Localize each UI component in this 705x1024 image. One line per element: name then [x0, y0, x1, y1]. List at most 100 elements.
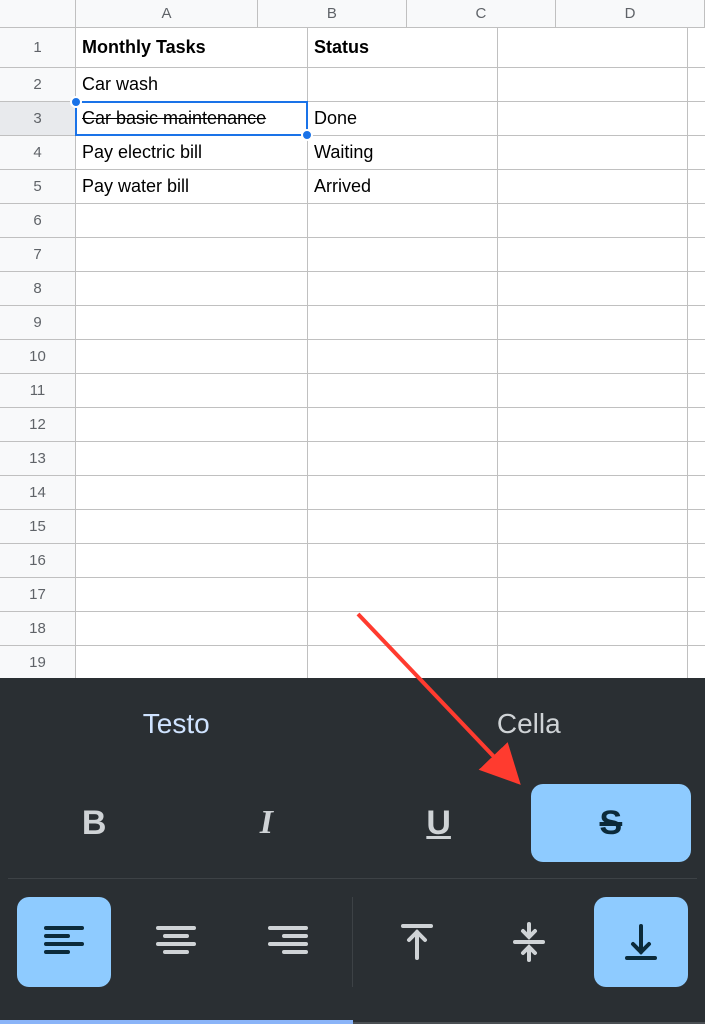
align-center-button[interactable]	[129, 897, 223, 987]
cell-a4[interactable]: Pay electric bill	[76, 136, 308, 170]
row-header-9[interactable]: 9	[0, 306, 76, 340]
cell-d8[interactable]	[688, 272, 705, 306]
cell-c7[interactable]	[498, 238, 688, 272]
cell-a5[interactable]: Pay water bill	[76, 170, 308, 204]
tab-cell[interactable]: Cella	[353, 678, 705, 770]
cell-b1[interactable]: Status	[308, 28, 498, 68]
cell-b7[interactable]	[308, 238, 498, 272]
cell-c18[interactable]	[498, 612, 688, 646]
cell-c2[interactable]	[498, 68, 688, 102]
cell-a13[interactable]	[76, 442, 308, 476]
cell-b8[interactable]	[308, 272, 498, 306]
cell-c6[interactable]	[498, 204, 688, 238]
cell-c8[interactable]	[498, 272, 688, 306]
row-header-19[interactable]: 19	[0, 646, 76, 678]
cell-d6[interactable]	[688, 204, 705, 238]
cell-a2[interactable]: Car wash	[76, 68, 308, 102]
cell-b4[interactable]: Waiting	[308, 136, 498, 170]
valign-middle-button[interactable]	[482, 897, 576, 987]
cell-a16[interactable]	[76, 544, 308, 578]
cell-b19[interactable]	[308, 646, 498, 678]
cell-c4[interactable]	[498, 136, 688, 170]
valign-bottom-button[interactable]	[594, 897, 688, 987]
row-header-16[interactable]: 16	[0, 544, 76, 578]
row-header-6[interactable]: 6	[0, 204, 76, 238]
cell-a1[interactable]: Monthly Tasks	[76, 28, 308, 68]
cell-b14[interactable]	[308, 476, 498, 510]
cell-d1[interactable]	[688, 28, 705, 68]
cell-a15[interactable]	[76, 510, 308, 544]
cell-b9[interactable]	[308, 306, 498, 340]
cell-c13[interactable]	[498, 442, 688, 476]
align-right-button[interactable]	[241, 897, 335, 987]
column-header-a[interactable]: A	[76, 0, 258, 28]
cell-c12[interactable]	[498, 408, 688, 442]
cell-c11[interactable]	[498, 374, 688, 408]
row-header-3[interactable]: 3	[0, 102, 76, 136]
underline-button[interactable]: U	[359, 784, 519, 862]
tab-text[interactable]: Testo	[0, 678, 353, 770]
cell-b10[interactable]	[308, 340, 498, 374]
cell-d19[interactable]	[688, 646, 705, 678]
cell-c16[interactable]	[498, 544, 688, 578]
cell-c1[interactable]	[498, 28, 688, 68]
cell-d13[interactable]	[688, 442, 705, 476]
cell-a11[interactable]	[76, 374, 308, 408]
strikethrough-button[interactable]: S	[531, 784, 691, 862]
cell-b13[interactable]	[308, 442, 498, 476]
row-header-12[interactable]: 12	[0, 408, 76, 442]
cell-b11[interactable]	[308, 374, 498, 408]
cell-a12[interactable]	[76, 408, 308, 442]
cell-d5[interactable]	[688, 170, 705, 204]
column-header-b[interactable]: B	[258, 0, 407, 28]
cell-a8[interactable]	[76, 272, 308, 306]
cell-a14[interactable]	[76, 476, 308, 510]
cell-d4[interactable]	[688, 136, 705, 170]
italic-button[interactable]: I	[186, 784, 346, 862]
row-header-8[interactable]: 8	[0, 272, 76, 306]
cell-b18[interactable]	[308, 612, 498, 646]
cell-d16[interactable]	[688, 544, 705, 578]
cell-d3[interactable]	[688, 102, 705, 136]
bold-button[interactable]: B	[14, 784, 174, 862]
column-header-c[interactable]: C	[407, 0, 556, 28]
cell-c10[interactable]	[498, 340, 688, 374]
cell-d12[interactable]	[688, 408, 705, 442]
row-header-10[interactable]: 10	[0, 340, 76, 374]
row-header-11[interactable]: 11	[0, 374, 76, 408]
cell-d9[interactable]	[688, 306, 705, 340]
valign-top-button[interactable]	[370, 897, 464, 987]
row-header-15[interactable]: 15	[0, 510, 76, 544]
cell-b3[interactable]: Done	[308, 102, 498, 136]
cell-a3[interactable]: Car basic maintenance	[76, 102, 308, 136]
cell-b5[interactable]: Arrived	[308, 170, 498, 204]
row-header-5[interactable]: 5	[0, 170, 76, 204]
align-left-button[interactable]	[17, 897, 111, 987]
sheet-corner[interactable]	[0, 0, 76, 28]
cell-a10[interactable]	[76, 340, 308, 374]
row-header-4[interactable]: 4	[0, 136, 76, 170]
cell-d15[interactable]	[688, 510, 705, 544]
cell-d17[interactable]	[688, 578, 705, 612]
cell-b2[interactable]	[308, 68, 498, 102]
cell-d7[interactable]	[688, 238, 705, 272]
cell-a17[interactable]	[76, 578, 308, 612]
cell-c19[interactable]	[498, 646, 688, 678]
column-header-d[interactable]: D	[556, 0, 705, 28]
cell-c15[interactable]	[498, 510, 688, 544]
cell-d10[interactable]	[688, 340, 705, 374]
cell-d2[interactable]	[688, 68, 705, 102]
cell-a18[interactable]	[76, 612, 308, 646]
cell-b16[interactable]	[308, 544, 498, 578]
cell-b6[interactable]	[308, 204, 498, 238]
cell-b12[interactable]	[308, 408, 498, 442]
cell-c9[interactable]	[498, 306, 688, 340]
cell-c14[interactable]	[498, 476, 688, 510]
cell-a19[interactable]	[76, 646, 308, 678]
cell-a6[interactable]	[76, 204, 308, 238]
cell-b17[interactable]	[308, 578, 498, 612]
cell-d14[interactable]	[688, 476, 705, 510]
row-header-14[interactable]: 14	[0, 476, 76, 510]
cell-c3[interactable]	[498, 102, 688, 136]
cell-c5[interactable]	[498, 170, 688, 204]
